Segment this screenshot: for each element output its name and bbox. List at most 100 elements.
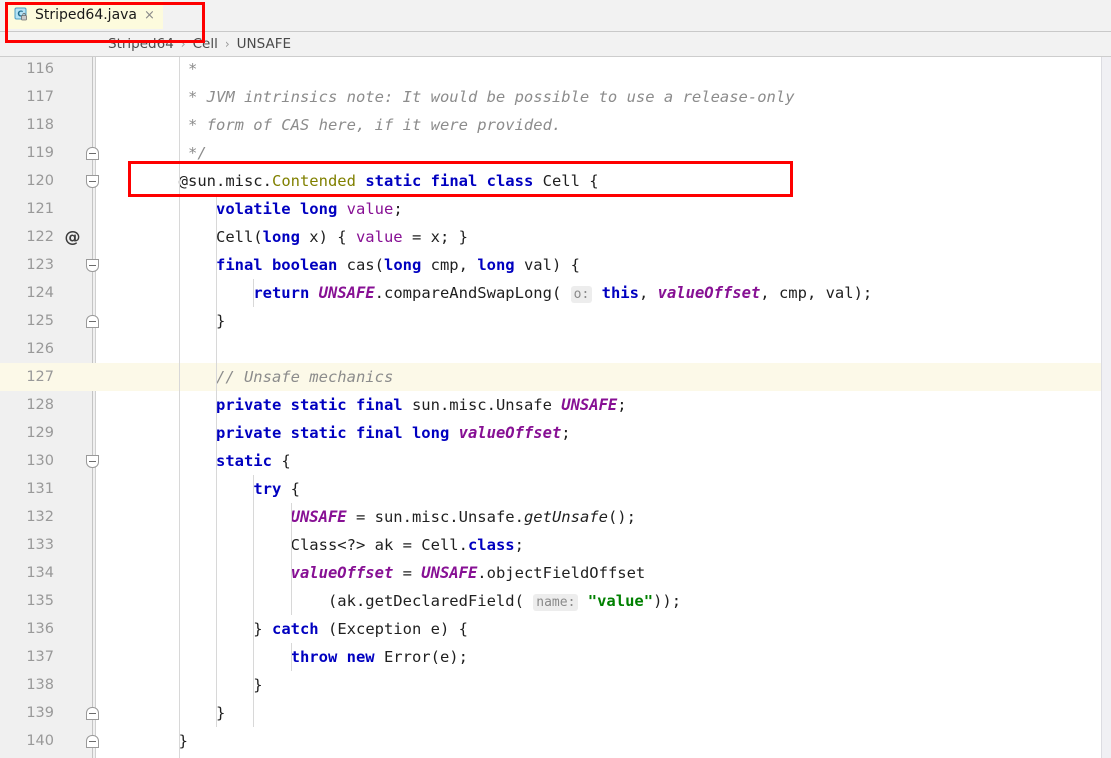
gutter-cell-136[interactable]: 136 (0, 615, 96, 643)
gutter-cell-128[interactable]: 128 (0, 391, 96, 419)
code-line-129: 129 private static final long valueOffse… (0, 419, 1111, 447)
line-number: 129 (26, 425, 54, 441)
line-number: 137 (26, 649, 54, 665)
code-line-text[interactable]: } (96, 699, 1101, 727)
gutter-cell-134[interactable]: 134 (0, 559, 96, 587)
code-line-text[interactable] (96, 335, 1101, 363)
code-token: * (104, 60, 198, 78)
code-token: long (383, 256, 422, 274)
gutter-cell-137[interactable]: 137 (0, 643, 96, 671)
line-number: 116 (26, 61, 54, 77)
code-line-text[interactable]: * JVM intrinsics note: It would be possi… (96, 83, 1101, 111)
close-icon[interactable]: × (144, 8, 155, 23)
fold-marker-125[interactable] (86, 315, 99, 328)
gutter-cell-119[interactable]: 119 (0, 139, 96, 167)
code-line-text[interactable]: valueOffset = UNSAFE.objectFieldOffset (96, 559, 1101, 587)
breadcrumb-item-1[interactable]: Cell (193, 36, 218, 52)
code-line-text[interactable]: * form of CAS here, if it were provided. (96, 111, 1101, 139)
code-line-text[interactable]: */ (96, 139, 1101, 167)
gutter-cell-138[interactable]: 138 (0, 671, 96, 699)
annotation-gutter-icon[interactable]: @ (63, 227, 82, 246)
code-editor[interactable]: 116 * 117 * JVM intrinsics note: It would… (0, 57, 1111, 758)
code-line-text[interactable]: Class<?> ak = Cell.class; (96, 531, 1101, 559)
code-line-text[interactable]: // Unsafe mechanics (96, 363, 1101, 391)
code-line-text[interactable]: UNSAFE = sun.misc.Unsafe.getUnsafe(); (96, 503, 1101, 531)
code-token: (ak.getDeclaredField( (104, 592, 534, 610)
breadcrumb-separator-0: › (180, 37, 186, 51)
gutter-cell-129[interactable]: 129 (0, 419, 96, 447)
code-line-118: 118 * form of CAS here, if it were provi… (0, 111, 1111, 139)
breadcrumb-item-2[interactable]: UNSAFE (237, 36, 291, 52)
gutter-cell-126[interactable]: 126 (0, 335, 96, 363)
code-line-text[interactable]: try { (96, 475, 1101, 503)
gutter-cell-131[interactable]: 131 (0, 475, 96, 503)
code-line-text[interactable]: Cell(long x) { value = x; } (96, 223, 1101, 251)
code-line-text[interactable]: } (96, 671, 1101, 699)
gutter-cell-122[interactable]: 122 @ (0, 223, 96, 251)
code-line-text[interactable]: private static final sun.misc.Unsafe UNS… (96, 391, 1101, 419)
code-token: )); (653, 592, 682, 610)
code-line-text[interactable]: static { (96, 447, 1101, 475)
code-line-124: 124 return UNSAFE.compareAndSwapLong( o:… (0, 279, 1111, 307)
indent-guide (253, 475, 254, 727)
code-token: (Exception e) { (318, 620, 468, 638)
line-number: 125 (26, 313, 54, 329)
code-token: val) { (514, 256, 580, 274)
breadcrumb-item-0[interactable]: Striped64 (108, 36, 174, 52)
gutter-cell-118[interactable]: 118 (0, 111, 96, 139)
gutter-cell-140[interactable]: 140 (0, 727, 96, 755)
fold-marker-140[interactable] (86, 735, 99, 748)
gutter-cell-120[interactable]: 120 (0, 167, 96, 195)
gutter-cell-121[interactable]: 121 (0, 195, 96, 223)
code-token: { (271, 452, 291, 470)
fold-marker-120[interactable] (86, 175, 99, 188)
code-token: value (346, 200, 394, 218)
code-line-text[interactable]: return UNSAFE.compareAndSwapLong( o: thi… (96, 279, 1101, 307)
line-number: 121 (26, 201, 54, 217)
code-token: } (104, 312, 226, 330)
code-line-text[interactable]: * (96, 57, 1101, 83)
code-token: .compareAndSwapLong( (374, 284, 571, 302)
code-line-text[interactable]: private static final long valueOffset; (96, 419, 1101, 447)
code-token: volatile long (215, 200, 338, 218)
code-token: try (253, 480, 282, 498)
gutter-cell-116[interactable]: 116 (0, 57, 96, 83)
code-line-text[interactable]: final boolean cas(long cmp, long val) { (96, 251, 1101, 279)
code-line-text[interactable]: volatile long value; (96, 195, 1101, 223)
fold-marker-123[interactable] (86, 259, 99, 272)
code-token: } (104, 732, 188, 750)
code-line-text[interactable]: (ak.getDeclaredField( name: "value")); (96, 587, 1101, 615)
gutter-cell-139[interactable]: 139 (0, 699, 96, 727)
fold-marker-119[interactable] (86, 147, 99, 160)
code-line-text[interactable]: throw new Error(e); (96, 643, 1101, 671)
gutter-cell-133[interactable]: 133 (0, 531, 96, 559)
fold-marker-139[interactable] (86, 707, 99, 720)
code-line-text[interactable]: } (96, 727, 1101, 755)
code-token: } (104, 676, 263, 694)
gutter-cell-132[interactable]: 132 (0, 503, 96, 531)
code-line-text[interactable]: } catch (Exception e) { (96, 615, 1101, 643)
fold-marker-130[interactable] (86, 455, 99, 468)
line-number: 135 (26, 593, 54, 609)
gutter-cell-123[interactable]: 123 (0, 251, 96, 279)
gutter-cell-127[interactable]: 127 (0, 363, 96, 391)
line-number: 126 (26, 341, 54, 357)
gutter-cell-124[interactable]: 124 (0, 279, 96, 307)
code-token: valueOffset (290, 564, 394, 582)
code-token: o: (570, 286, 593, 303)
code-token: = (393, 564, 422, 582)
gutter-cell-135[interactable]: 135 (0, 587, 96, 615)
code-token: ; (393, 200, 403, 218)
code-line-text[interactable]: @sun.misc.Contended static final class C… (96, 167, 1101, 195)
code-token: static (215, 452, 272, 470)
gutter-cell-117[interactable]: 117 (0, 83, 96, 111)
gutter-cell-125[interactable]: 125 (0, 307, 96, 335)
gutter-cell-130[interactable]: 130 (0, 447, 96, 475)
editor-tab-striped64[interactable]: C Striped64.java × (8, 1, 163, 29)
code-line-123: 123 final boolean cas(long cmp, long val… (0, 251, 1111, 279)
code-token: catch (271, 620, 319, 638)
code-line-text[interactable]: } (96, 307, 1101, 335)
